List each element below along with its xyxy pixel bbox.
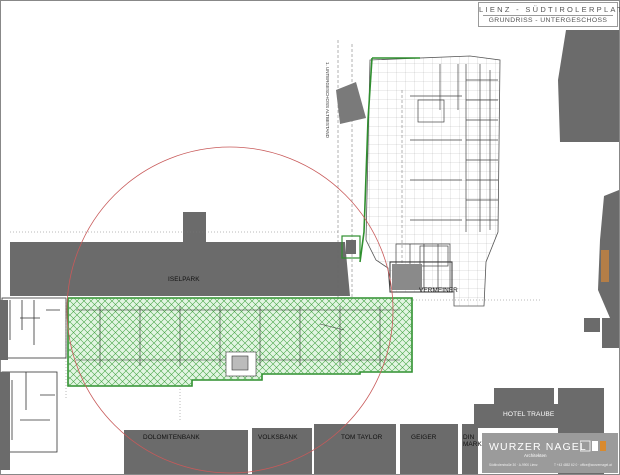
building-top-right — [558, 30, 619, 142]
building-left-gray2 — [0, 372, 10, 470]
title-divider — [483, 15, 613, 16]
logo-mark-icon — [580, 440, 606, 452]
building-geiger — [400, 424, 458, 474]
building-right-detail — [601, 250, 609, 282]
building-tom-taylor — [314, 424, 396, 474]
ramp-gray — [336, 82, 366, 124]
label-volksbank: VOLKSBANK — [258, 434, 298, 441]
label-dolomitenbank: DOLOMITENBANK — [143, 434, 200, 441]
building-iselpark — [10, 212, 350, 296]
title-block: LIENZ - SÜDTIROLERPLAT GRUNDRISS - UNTER… — [478, 2, 620, 27]
building-right-small2 — [602, 318, 619, 348]
label-hotel-traube: HOTEL TRAUBE — [503, 411, 555, 418]
drawing-subtitle: GRUNDRISS - UNTERGESCHOSS — [488, 17, 608, 24]
stair-core-inner — [346, 240, 356, 254]
connector-room-fill — [392, 264, 422, 290]
building-left-cluster — [1, 297, 67, 453]
building-hotel-traube-b — [494, 388, 554, 406]
logo-subtitle: Architekten — [524, 453, 547, 458]
building-right-small — [584, 318, 600, 332]
logo-address-left: Südtirolerstraße 30 · A-9900 Lienz — [489, 463, 538, 467]
building-din-mark — [462, 424, 478, 474]
floor-plan-drawing — [0, 0, 620, 475]
architect-logo: WURZER NAGEL Architekten Südtirolerstraß… — [482, 433, 618, 473]
label-geiger: GEIGER — [411, 434, 437, 441]
label-tom-taylor: TOM TAYLOR — [341, 434, 383, 441]
logo-name: WURZER NAGEL — [489, 441, 587, 453]
logo-address-right: T +43 4852 62 0 · office@wurzernagel.at — [554, 463, 612, 467]
site-plan-canvas: LIENZ - SÜDTIROLERPLAT GRUNDRISS - UNTER… — [0, 0, 620, 475]
project-title: LIENZ - SÜDTIROLERPLAT — [479, 5, 620, 14]
label-iselpark: ISELPARK — [168, 276, 200, 283]
building-left-gray — [0, 300, 8, 360]
label-vertical-note: 1. UNTERGESCHOSS ALTBESTAND — [325, 62, 330, 138]
label-din-mark: DIN MARK — [463, 434, 482, 448]
label-hauptgebaeude: VERMEINER — [419, 287, 458, 294]
